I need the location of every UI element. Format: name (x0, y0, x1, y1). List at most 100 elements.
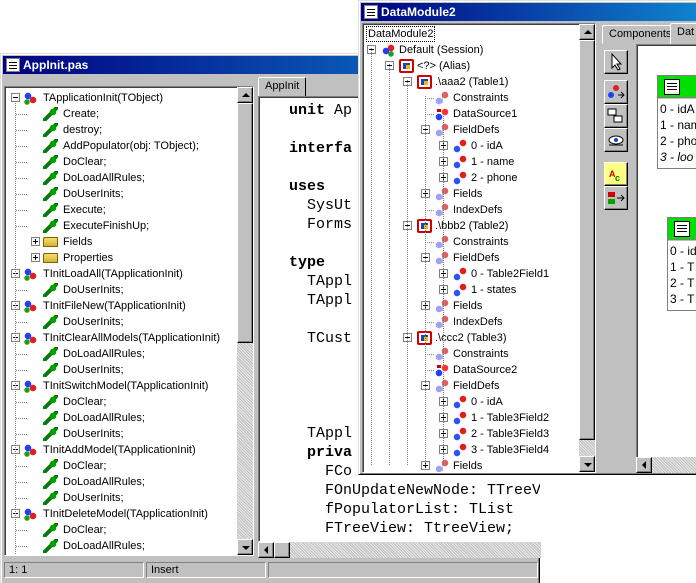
pointer-tool-button[interactable] (604, 50, 628, 74)
code-line[interactable]: priva (289, 443, 352, 462)
table2-header[interactable] (668, 218, 696, 240)
class-node[interactable]: TInitFileNew(TApplicationInit) (5, 298, 239, 314)
datamodule-tree-node[interactable]: FieldDefs (363, 378, 579, 394)
class-node[interactable]: TInitSwitchModel(TApplicationInit) (5, 378, 239, 394)
allude-connector-button[interactable] (604, 186, 628, 210)
member-node[interactable]: DoUserInits; (5, 490, 239, 506)
expand-icon[interactable] (31, 237, 40, 246)
tab-data-diagram[interactable]: Dat (670, 23, 696, 44)
member-node[interactable]: Fields (5, 234, 239, 250)
datamodule-tree-node[interactable]: Default (Session) (363, 42, 579, 58)
class-node[interactable]: TInitClearAllModels(TApplicationInit) (5, 330, 239, 346)
diagram-scroll-left-button[interactable] (636, 457, 652, 473)
tab-components[interactable]: Components (602, 25, 679, 44)
datamodule-titlebar[interactable]: DataModule2 (361, 3, 696, 21)
horizontal-scroll-thumb[interactable] (274, 542, 290, 558)
table2-diagram-box[interactable]: 0 - id 1 - T 2 - T 3 - T (667, 217, 696, 311)
member-node[interactable]: AddPopulator(obj: TObject); (5, 138, 239, 154)
datamodule-tree-node[interactable]: 2 - phone (363, 170, 579, 186)
member-node[interactable]: DoClear; (5, 394, 239, 410)
datamodule-tree[interactable]: DataModule2 Default (Session) <?> (Alias).… (362, 23, 596, 473)
member-node[interactable]: DoLoadAllRules; (5, 346, 239, 362)
scroll-up-button[interactable] (237, 87, 253, 103)
datamodule-vertical-scrollbar[interactable] (579, 24, 595, 472)
member-node[interactable]: DoLoadAllRules; (5, 410, 239, 426)
table1-header[interactable] (658, 76, 696, 98)
member-node[interactable]: DoClear; (5, 154, 239, 170)
class-node[interactable]: TInitAddModel(TApplicationInit) (5, 442, 239, 458)
code-line[interactable]: Forms (289, 215, 352, 234)
expand-icon[interactable] (31, 253, 40, 262)
member-node[interactable]: DoLoadAllRules; (5, 474, 239, 490)
code-line[interactable]: interfa (289, 139, 352, 158)
member-node[interactable]: DoUserInits; (5, 186, 239, 202)
member-node[interactable]: DoUserInits; (5, 362, 239, 378)
member-node[interactable]: Create; (5, 106, 239, 122)
member-node[interactable]: DoLoadAllRules; (5, 538, 239, 554)
code-line[interactable]: uses (289, 177, 325, 196)
class-node[interactable]: TApplicationInit(TObject) (5, 90, 239, 106)
member-node[interactable]: DoUserInits; (5, 282, 239, 298)
property-link-button[interactable] (604, 80, 628, 104)
datamodule-tree-node[interactable]: Constraints (363, 234, 579, 250)
dm-scroll-down-button[interactable] (579, 456, 595, 472)
tab-appinit[interactable]: AppInit (258, 77, 307, 96)
datamodule-tree-node[interactable]: 0 - idA (363, 138, 579, 154)
datamodule-tree-node[interactable]: DataSource1 (363, 106, 579, 122)
datamodule-tree-node[interactable]: 1 - states (363, 282, 579, 298)
member-node[interactable]: DoUserInits; (5, 426, 239, 442)
datamodule-tree-node[interactable]: <?> (Alias) (363, 58, 579, 74)
code-line[interactable]: TCust (289, 329, 352, 348)
datamodule-tree-node[interactable]: .\bbb2 (Table2) (363, 218, 579, 234)
datamodule-tree-node[interactable]: DataModule2 (363, 26, 579, 42)
member-node[interactable]: destroy; (5, 122, 239, 138)
datamodule-tree-node[interactable]: 0 - idA (363, 394, 579, 410)
member-node[interactable]: DoUserInits; (5, 314, 239, 330)
member-node[interactable]: Properties (5, 250, 239, 266)
dm-scroll-up-button[interactable] (579, 24, 595, 40)
member-node[interactable]: Execute; (5, 202, 239, 218)
code-line[interactable]: type (289, 253, 325, 272)
datamodule-tree-node[interactable]: Fields (363, 186, 579, 202)
datamodule-tree-node[interactable]: 1 - Table3Field2 (363, 410, 579, 426)
member-node[interactable]: ExecuteFinishUp; (5, 218, 239, 234)
explorer-vertical-scrollbar[interactable] (237, 87, 253, 555)
member-node[interactable]: DoClear; (5, 522, 239, 538)
datamodule-tree-node[interactable]: Constraints (363, 90, 579, 106)
datamodule-tree-node[interactable]: 3 - Table3Field4 (363, 442, 579, 458)
datamodule-tree-node[interactable]: .\aaa2 (Table1) (363, 74, 579, 90)
datamodule-tree-node[interactable]: IndexDefs (363, 314, 579, 330)
member-node[interactable]: DoLoadAllRules; (5, 170, 239, 186)
code-line[interactable]: unit Ap (289, 101, 352, 120)
editor-horizontal-scrollbar[interactable] (258, 542, 541, 558)
comment-block-button[interactable]: Ac (604, 162, 628, 186)
dm-scroll-thumb[interactable] (579, 40, 595, 440)
code-line[interactable]: TAppl (289, 272, 352, 291)
table1-diagram-box[interactable]: 0 - idA 1 - nam 2 - pho 3 - loo (657, 75, 696, 169)
class-node[interactable]: TInitLoadAll(TApplicationInit) (5, 266, 239, 282)
code-line[interactable]: FOnUpdateNewNode: TTreeView; (289, 481, 540, 500)
datamodule-tree-node[interactable]: FieldDefs (363, 250, 579, 266)
member-node[interactable]: DoClear; (5, 458, 239, 474)
master-detail-button[interactable] (604, 104, 628, 128)
datamodule-tree-node[interactable]: 2 - Table3Field3 (363, 426, 579, 442)
diagram-canvas[interactable]: 0 - idA 1 - nam 2 - pho 3 - loo 0 - id 1… (636, 44, 696, 464)
datamodule-tree-node[interactable]: FieldDefs (363, 122, 579, 138)
lookup-button[interactable] (604, 128, 628, 152)
scroll-thumb[interactable] (237, 103, 253, 343)
scroll-down-button[interactable] (237, 539, 253, 555)
class-node[interactable]: TInitDeleteModel(TApplicationInit) (5, 506, 239, 522)
code-line[interactable]: fPopulatorList: TList (289, 500, 514, 519)
datamodule-tree-node[interactable]: 1 - name (363, 154, 579, 170)
datamodule-tree-node[interactable]: Fields (363, 458, 579, 472)
datamodule-tree-node[interactable]: Constraints (363, 346, 579, 362)
code-line[interactable]: SysUt (289, 196, 352, 215)
scroll-left-button[interactable] (258, 542, 274, 558)
datamodule-tree-node[interactable]: Fields (363, 298, 579, 314)
code-line[interactable]: FCo (289, 462, 352, 481)
code-line[interactable]: TAppl (289, 424, 352, 443)
datamodule-tree-node[interactable]: DataSource2 (363, 362, 579, 378)
code-line[interactable]: FTreeView: TtreeView; (289, 519, 514, 538)
diagram-horizontal-scrollbar[interactable] (636, 457, 696, 473)
code-line[interactable]: TAppl (289, 291, 352, 310)
